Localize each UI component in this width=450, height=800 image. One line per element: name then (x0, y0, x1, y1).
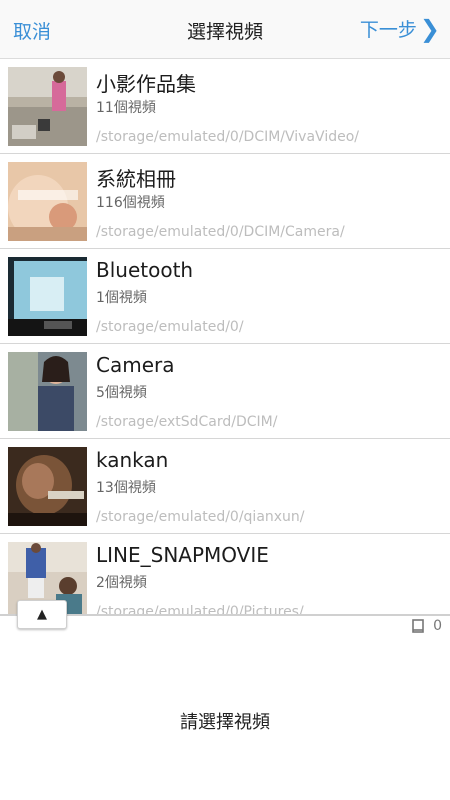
triangle-up-icon: ▲ (37, 607, 47, 622)
selected-count: 0 (411, 618, 442, 634)
expand-panel-button[interactable]: ▲ (17, 600, 67, 629)
selected-count-value: 0 (433, 618, 442, 634)
album-video-count: 116個視頻 (96, 195, 165, 211)
album-thumbnail (8, 162, 87, 241)
top-bar: 取消 選擇視頻 下一步 ❯ (0, 0, 450, 59)
album-path: /storage/emulated/0/DCIM/Camera/ (96, 224, 345, 240)
selection-box-icon (412, 619, 424, 633)
album-video-count: 1個視頻 (96, 290, 147, 306)
album-row[interactable]: 小影作品集 11個視頻 /storage/emulated/0/DCIM/Viv… (0, 59, 450, 154)
album-video-count: 13個視頻 (96, 480, 156, 496)
album-path: /storage/emulated/0/ (96, 319, 244, 335)
album-name: kankan (96, 448, 169, 472)
album-path: /storage/emulated/0/Pictures/ (96, 604, 304, 614)
album-video-count: 11個視頻 (96, 100, 156, 116)
next-step-label: 下一步 (359, 19, 417, 41)
album-row[interactable]: kankan 13個視頻 /storage/emulated/0/qianxun… (0, 439, 450, 534)
album-name: Bluetooth (96, 258, 194, 282)
album-row[interactable]: Bluetooth 1個視頻 /storage/emulated/0/ (0, 249, 450, 344)
album-thumbnail (8, 352, 87, 431)
album-path: /storage/emulated/0/qianxun/ (96, 509, 305, 525)
next-step-button[interactable]: 下一步 ❯ (360, 15, 440, 42)
album-name: 系統相冊 (96, 167, 176, 191)
album-list[interactable]: 小影作品集 11個視頻 /storage/emulated/0/DCIM/Viv… (0, 59, 450, 614)
album-name: 小影作品集 (96, 72, 196, 96)
chevron-right-icon: ❯ (419, 14, 440, 43)
album-row[interactable]: 系統相冊 116個視頻 /storage/emulated/0/DCIM/Cam… (0, 154, 450, 249)
album-name: Camera (96, 353, 175, 377)
album-path: /storage/extSdCard/DCIM/ (96, 414, 278, 430)
album-name: LINE_SNAPMOVIE (96, 543, 269, 567)
album-thumbnail (8, 447, 87, 526)
album-video-count: 5個視頻 (96, 385, 147, 401)
album-thumbnail (8, 257, 87, 336)
panel-divider (0, 614, 450, 616)
select-video-prompt: 請選擇視頻 (180, 712, 270, 733)
album-path: /storage/emulated/0/DCIM/VivaVideo/ (96, 129, 359, 145)
album-video-count: 2個視頻 (96, 575, 147, 591)
album-row[interactable]: Camera 5個視頻 /storage/extSdCard/DCIM/ (0, 344, 450, 439)
album-row[interactable]: LINE_SNAPMOVIE 2個視頻 /storage/emulated/0/… (0, 534, 450, 614)
album-thumbnail (8, 67, 87, 146)
